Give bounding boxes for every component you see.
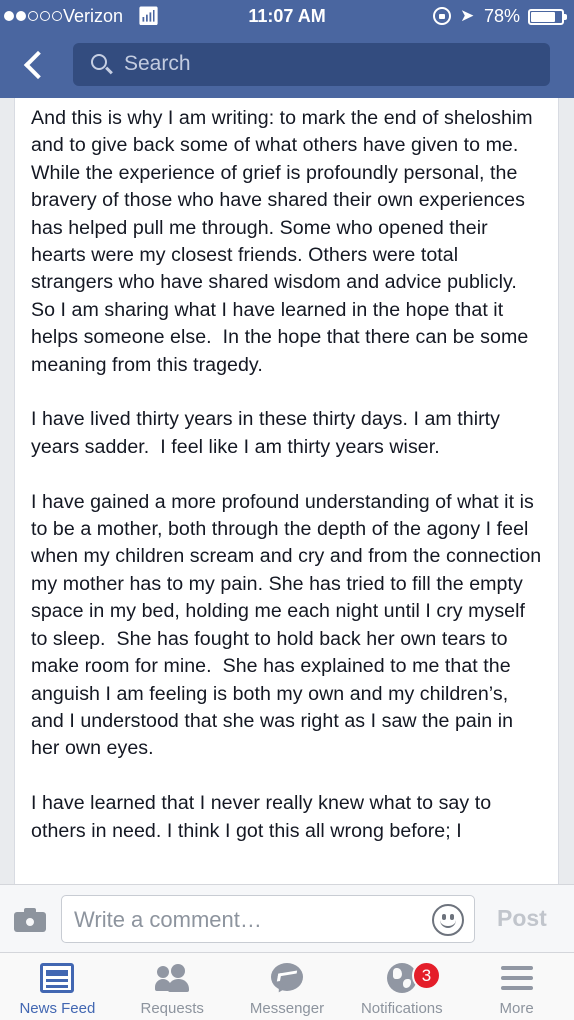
post-text: And this is why I am writing: to mark th…: [15, 98, 558, 845]
post-paragraph: And this is why I am writing: to mark th…: [31, 107, 539, 376]
tab-news-feed[interactable]: News Feed: [0, 953, 115, 1020]
tab-label: Messenger: [249, 1000, 325, 1017]
tab-label: More: [499, 1000, 534, 1017]
rotation-lock-icon: [433, 7, 451, 25]
location-icon: ➤: [460, 6, 475, 25]
post-paragraph: I have lived thirty years in these thirt…: [31, 408, 506, 458]
search-icon: [91, 54, 107, 70]
tab-messenger[interactable]: Messenger: [230, 953, 345, 1020]
comment-placeholder: Write a comment…: [74, 907, 262, 932]
battery-percentage: 78%: [484, 6, 521, 26]
back-button[interactable]: [16, 46, 56, 84]
post-body: And this is why I am writing: to mark th…: [14, 98, 559, 888]
post-paragraph: I have learned that I never really knew …: [31, 792, 497, 842]
tab-requests[interactable]: Requests: [115, 953, 230, 1020]
news-feed-icon: [40, 963, 75, 993]
battery-icon: [528, 9, 567, 25]
tab-more[interactable]: More: [459, 953, 574, 1020]
messenger-icon: [270, 963, 303, 995]
post-paragraph: I have gained a more profound understand…: [31, 490, 547, 760]
comment-bar: Write a comment… Post: [0, 884, 574, 952]
post-button[interactable]: Post: [497, 905, 547, 932]
bottom-tab-bar: News Feed Requests Messenger Notificatio…: [0, 952, 574, 1020]
comment-input[interactable]: Write a comment…: [61, 895, 475, 943]
search-bar[interactable]: [73, 43, 550, 86]
top-header: Verizon 📶︎ 11:07 AM ➤ 78%: [0, 0, 574, 98]
menu-icon: [500, 966, 533, 992]
notifications-badge: 3: [412, 961, 441, 990]
status-bar: Verizon 📶︎ 11:07 AM ➤ 78%: [0, 0, 574, 34]
tab-label: News Feed: [19, 1000, 96, 1017]
camera-icon[interactable]: [14, 907, 46, 932]
sticker-smiley-icon[interactable]: [432, 904, 464, 936]
requests-icon: [155, 963, 190, 993]
search-input[interactable]: [124, 52, 524, 76]
tab-label: Notifications: [360, 1000, 443, 1017]
tab-notifications[interactable]: Notifications: [344, 953, 459, 1020]
tab-label: Requests: [140, 1000, 204, 1017]
